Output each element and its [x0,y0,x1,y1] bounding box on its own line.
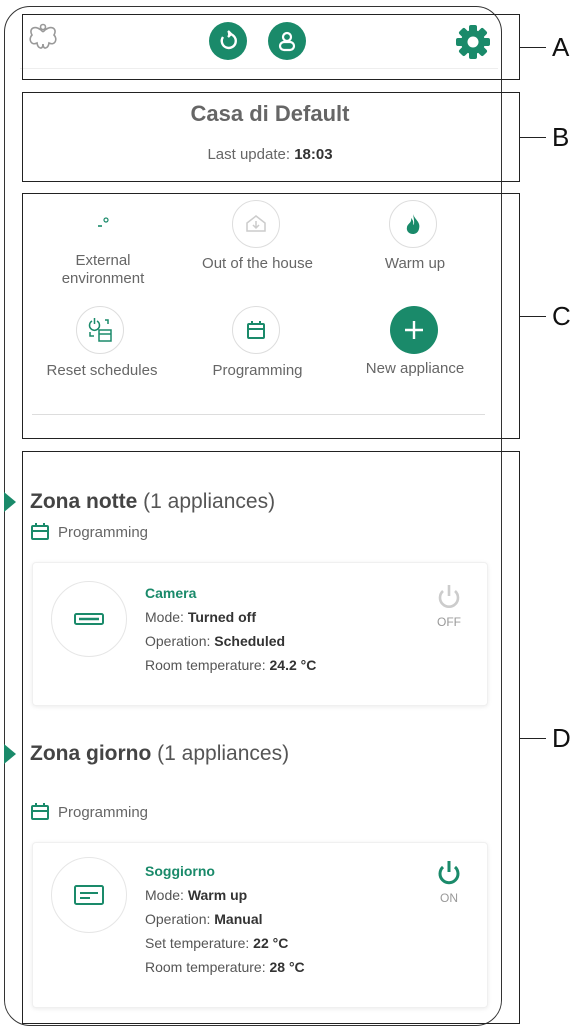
callout-box-c [22,193,520,439]
callout-line-a [520,47,546,48]
callout-box-a [22,14,520,80]
callout-line-d [520,738,546,739]
callout-line-b [520,137,546,138]
callout-box-b [22,92,520,182]
callout-line-c [520,316,546,317]
callout-box-d [22,451,520,1024]
callout-letter-b: B [552,122,570,152]
callout-letter-a: A [552,32,570,62]
callout-letter-d: D [552,723,571,753]
zone-giorno-marker [4,744,16,764]
zone-notte-marker [4,492,16,512]
callout-letter-c: C [552,301,571,331]
